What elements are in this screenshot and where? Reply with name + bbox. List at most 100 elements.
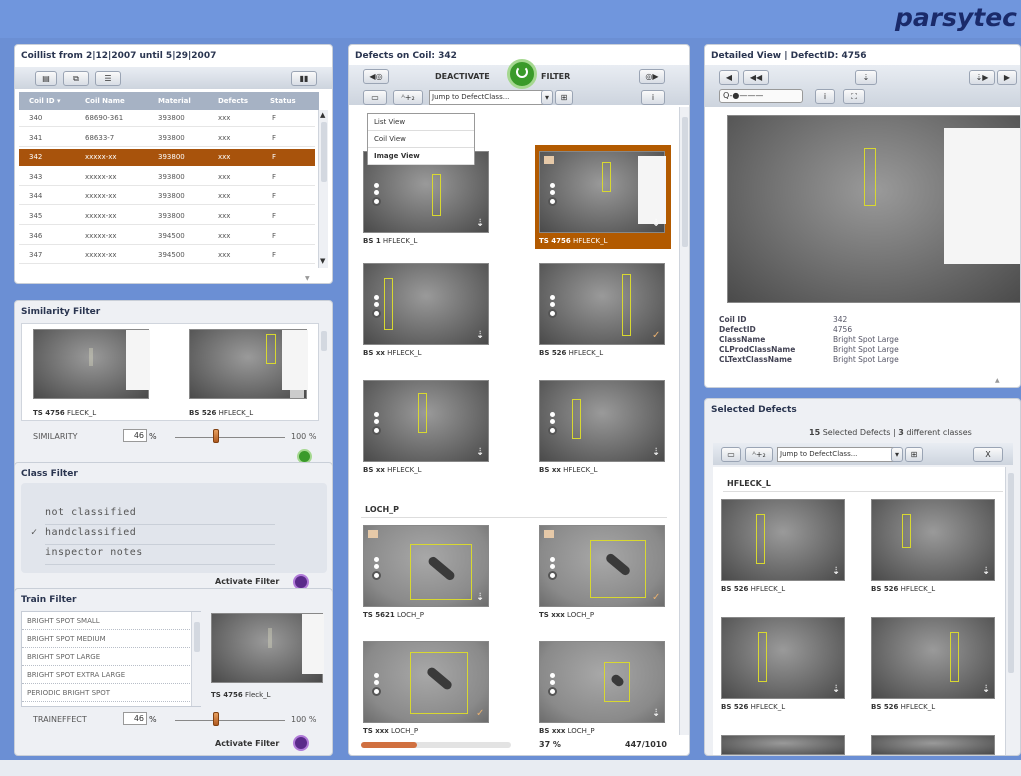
- traineffect-slider-knob[interactable]: [213, 712, 219, 726]
- fullscreen-button[interactable]: ⛶: [843, 89, 865, 104]
- trainfilter-item[interactable]: BRIGHT SPOT MEDIUM: [22, 630, 198, 648]
- defect-thumbnail[interactable]: ⇣: [721, 499, 845, 581]
- filter-power-button[interactable]: [507, 59, 537, 89]
- download-button[interactable]: ⇣: [855, 70, 877, 85]
- trainfilter-item[interactable]: BRIGHT SPOT SMALL: [22, 612, 198, 630]
- view-menu-item[interactable]: Image View: [368, 148, 474, 165]
- classfilter-item[interactable]: ✓ handclassified: [31, 527, 275, 545]
- table-cell: F: [272, 153, 277, 162]
- detailed-image[interactable]: [727, 115, 1020, 303]
- defect-thumbnail[interactable]: ⇣: [871, 617, 995, 699]
- similarity-scrollbar[interactable]: [318, 323, 328, 421]
- copy-button[interactable]: ⧉: [63, 71, 89, 86]
- classfilter-activate-label[interactable]: Activate Filter: [215, 577, 279, 586]
- detail-field-label: Coil ID: [719, 315, 747, 324]
- target-icon: [548, 197, 557, 207]
- selected-sort-button[interactable]: ᴬ+₂: [745, 447, 773, 462]
- col-defects[interactable]: Defects: [218, 97, 248, 105]
- defect-thumbnail[interactable]: [721, 735, 845, 755]
- sort-button[interactable]: ᴬ+₂: [393, 90, 423, 105]
- last-defect-button[interactable]: ▶: [997, 70, 1017, 85]
- checkmark-icon: ✓: [652, 330, 661, 341]
- trainfilter-item[interactable]: BRIGHT SPOT LARGE: [22, 648, 198, 666]
- prev-coil-button[interactable]: ◀◎: [363, 69, 389, 84]
- defect-thumbnail[interactable]: ⇣: [539, 151, 666, 233]
- selected-scrollbar[interactable]: [1005, 467, 1015, 755]
- defect-thumbnail[interactable]: ✓: [539, 263, 665, 345]
- jump-defectclass-select[interactable]: Jump to DefectClass...: [429, 90, 549, 105]
- defect-thumbnail[interactable]: ⇣: [363, 525, 489, 607]
- table-row[interactable]: 346 xxxxx-xx 394500 xxx F: [19, 228, 315, 245]
- trainfilter-thumb[interactable]: [211, 613, 324, 683]
- info-button[interactable]: i: [641, 90, 665, 105]
- defect-thumbnail[interactable]: ⇣: [363, 380, 489, 462]
- detail-info-button[interactable]: i: [815, 89, 835, 104]
- download-arrow-icon: ⇣: [476, 447, 485, 458]
- target-icon: [548, 309, 557, 319]
- defects-scrollbar[interactable]: [679, 107, 689, 735]
- next-defect-button[interactable]: ⇣▶: [969, 70, 995, 85]
- defect-thumbnail[interactable]: ✓: [539, 525, 665, 607]
- scroll-down-icon[interactable]: ▼: [320, 257, 325, 265]
- list-button[interactable]: ☰: [95, 71, 121, 86]
- trainfilter-item[interactable]: PERIODIC BRIGHT SPOT: [22, 684, 198, 702]
- col-coil-id[interactable]: Coil ID ▾: [29, 97, 61, 105]
- first-defect-button[interactable]: ◀: [719, 70, 739, 85]
- next-coil-button[interactable]: ◎▶: [639, 69, 665, 84]
- table-row[interactable]: 340 68690-361 393800 xxx F: [19, 110, 315, 127]
- similarity-value-field[interactable]: 46: [123, 429, 147, 442]
- defect-thumbnail[interactable]: ⇣: [539, 641, 665, 723]
- defect-thumbnail[interactable]: ⇣: [539, 380, 665, 462]
- table-row[interactable]: 341 68633-7 393800 xxx F: [19, 130, 315, 147]
- selected-grid-button[interactable]: ⊞: [905, 447, 923, 462]
- defect-thumbnail[interactable]: ⇣: [871, 499, 995, 581]
- download-arrow-icon: ⇣: [982, 684, 991, 695]
- col-material[interactable]: Material: [158, 97, 191, 105]
- zoom-slider[interactable]: Q-●———: [719, 89, 803, 103]
- classfilter-item[interactable]: not classified: [45, 507, 275, 525]
- trainfilter-activate-label[interactable]: Activate Filter: [215, 739, 279, 748]
- table-row[interactable]: 347 xxxxx-xx 394500 xxx F: [19, 247, 315, 265]
- select-dropdown-button[interactable]: ▾: [541, 90, 553, 105]
- table-row[interactable]: 344 xxxxx-xx 393800 xxx F: [19, 188, 315, 206]
- view-menu-item[interactable]: Coil View: [368, 131, 474, 148]
- caption-id: BS 526: [871, 585, 899, 593]
- similarity-max-label: 100 %: [291, 432, 317, 441]
- scroll-up-icon[interactable]: ▲: [320, 111, 325, 119]
- selected-select-dropdown-button[interactable]: ▾: [891, 447, 903, 462]
- classfilter-item[interactable]: inspector notes: [45, 547, 275, 565]
- resize-grip-icon[interactable]: ▼: [305, 275, 310, 282]
- detailed-resize-grip-icon[interactable]: ▲: [995, 377, 1000, 384]
- similarity-slider-track[interactable]: [175, 437, 285, 438]
- trainfilter-scrollbar[interactable]: [191, 612, 201, 706]
- table-row[interactable]: 345 xxxxx-xx 393800 xxx F: [19, 208, 315, 225]
- power-icon: [516, 66, 528, 78]
- col-status[interactable]: Status: [270, 97, 296, 105]
- prev-defect-button[interactable]: ◀◀: [743, 70, 769, 85]
- table-row[interactable]: 342 xxxxx-xx 393800 xxx F: [19, 149, 315, 167]
- grid-button[interactable]: ⊞: [555, 90, 573, 105]
- similarity-thumb-a[interactable]: [33, 329, 150, 399]
- note-badge-icon: [544, 156, 554, 164]
- trainfilter-activate-button[interactable]: [293, 735, 309, 751]
- caption-id: BS 526: [871, 703, 899, 711]
- trainfilter-item[interactable]: BRIGHT SPOT EXTRA LARGE: [22, 666, 198, 684]
- defect-thumbnail[interactable]: [871, 735, 995, 755]
- selected-close-button[interactable]: X: [973, 447, 1003, 462]
- columns-button[interactable]: ▮▮: [291, 71, 317, 86]
- traineffect-value-field[interactable]: 46: [123, 712, 147, 725]
- similarity-thumb-b[interactable]: [189, 329, 308, 399]
- table-row[interactable]: 343 xxxxx-xx 393800 xxx F: [19, 169, 315, 186]
- defect-thumbnail[interactable]: ✓: [363, 641, 489, 723]
- col-coil-name[interactable]: Coil Name: [85, 97, 125, 105]
- similarity-slider-knob[interactable]: [213, 429, 219, 443]
- selected-jump-select[interactable]: Jump to DefectClass...: [777, 447, 897, 462]
- view-menu-item[interactable]: List View: [368, 114, 474, 131]
- defect-thumbnail[interactable]: ⇣: [363, 263, 489, 345]
- selected-view-mode-button[interactable]: ▭: [721, 447, 741, 462]
- view-mode-button[interactable]: ▭: [363, 90, 387, 105]
- export-button[interactable]: ▤: [35, 71, 57, 86]
- traineffect-slider-track[interactable]: [175, 720, 285, 721]
- defect-thumbnail[interactable]: ⇣: [721, 617, 845, 699]
- coillist-scrollbar[interactable]: [318, 110, 328, 268]
